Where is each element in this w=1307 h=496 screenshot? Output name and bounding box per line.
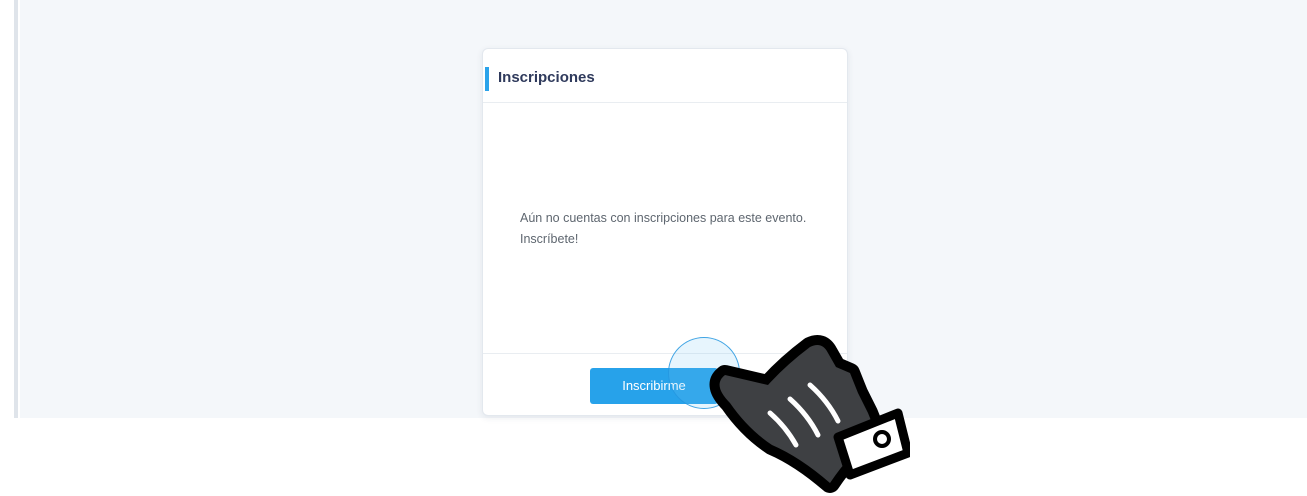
card-header: Inscripciones	[483, 49, 847, 103]
card-title: Inscripciones	[498, 69, 595, 86]
empty-state-message: Aún no cuentas con inscripciones para es…	[520, 211, 807, 246]
left-divider	[14, 0, 18, 418]
header-accent-bar	[485, 67, 489, 91]
pointing-hand-icon	[709, 335, 910, 493]
